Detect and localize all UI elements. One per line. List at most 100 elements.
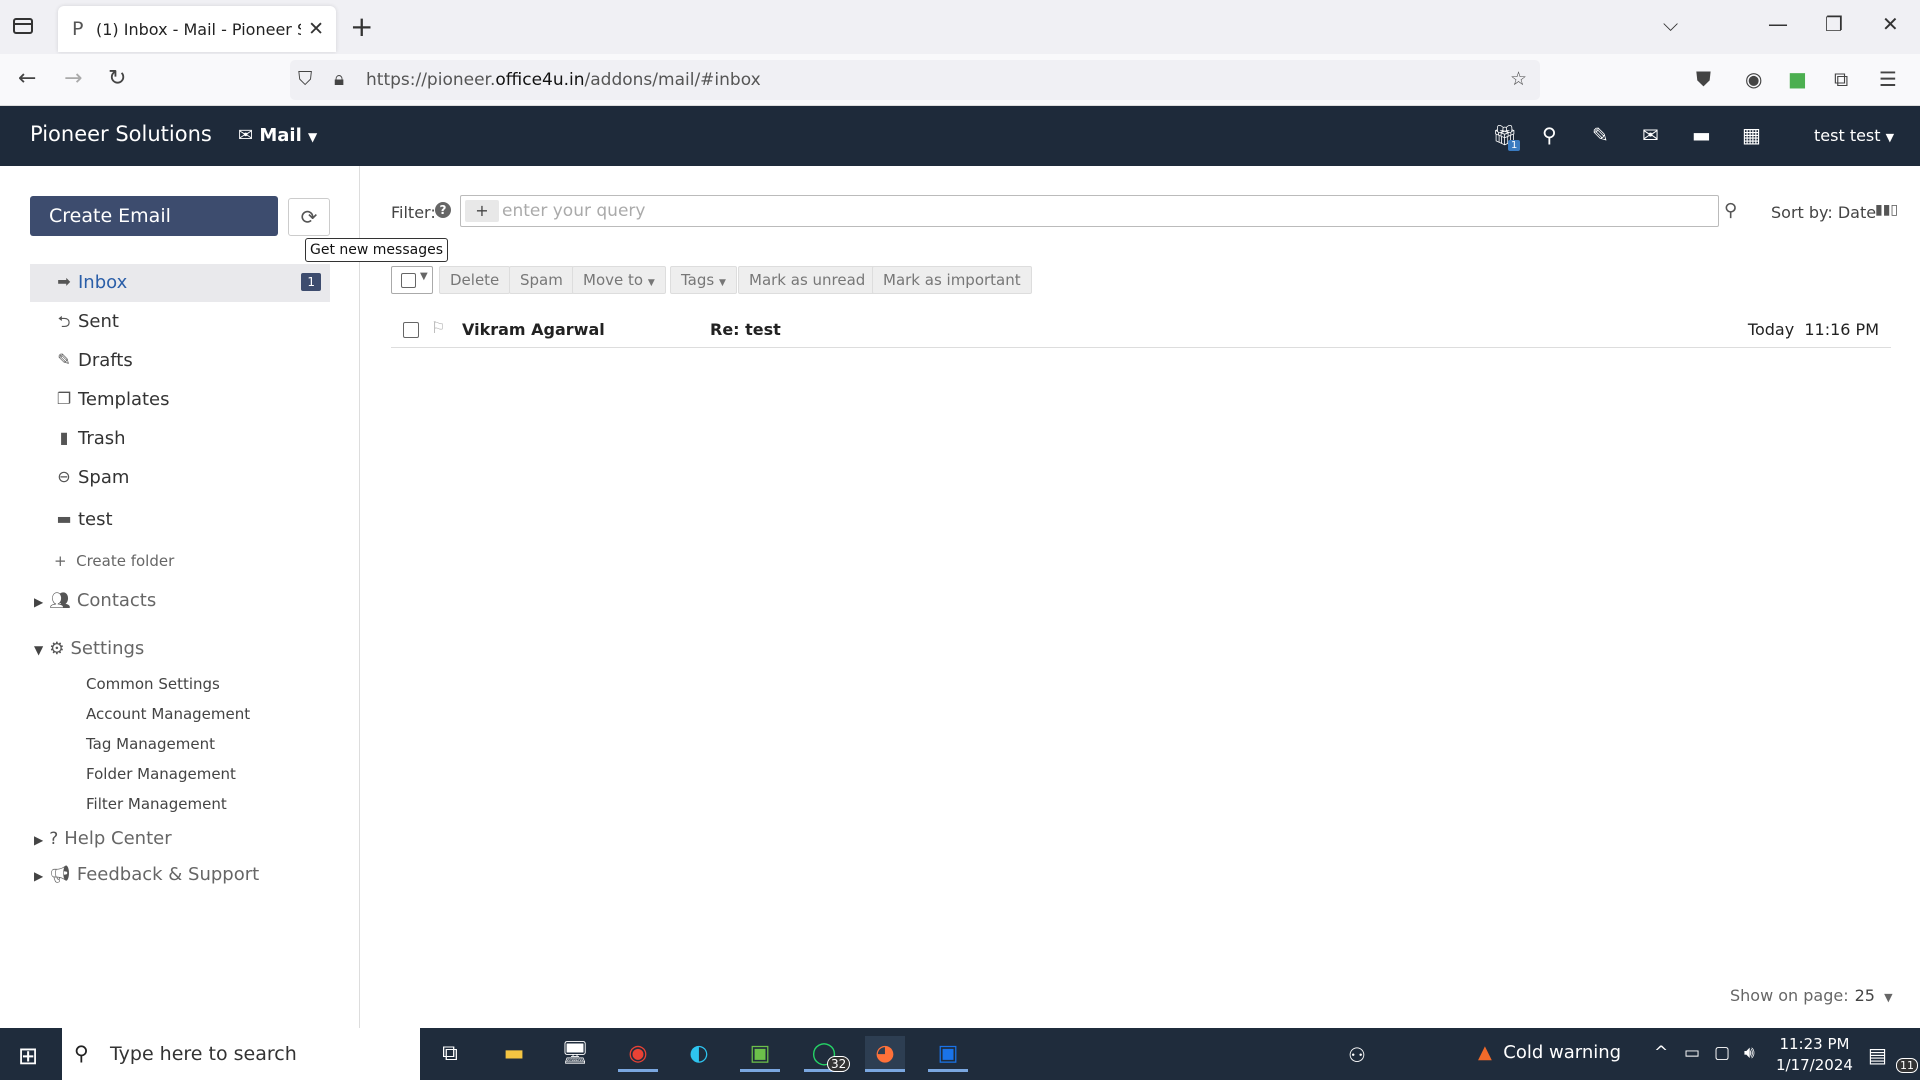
message-date: Today 11:16 PM (1747, 320, 1879, 339)
contacts-section[interactable]: ▶ 👥︎ Contacts (34, 590, 156, 611)
caret-down-icon: ▼ (647, 278, 655, 288)
filter-add-button[interactable]: + (465, 200, 499, 222)
create-email-button[interactable]: Create Email (30, 196, 278, 236)
move-to-button[interactable]: Move to ▼ (572, 266, 666, 294)
arrow-right-icon: ➡ (57, 272, 71, 291)
settings-filter-management[interactable]: Filter Management (86, 795, 227, 813)
close-window-icon[interactable]: ✕ (1882, 12, 1899, 36)
mark-important-button[interactable]: Mark as important (872, 266, 1032, 294)
folder-test[interactable]: ▬ test (30, 501, 330, 539)
whatsapp-badge: 32 (827, 1056, 851, 1072)
mark-unread-button[interactable]: Mark as unread (738, 266, 877, 294)
feather-icon[interactable]: ✎ (1592, 123, 1609, 147)
extension-cloud-icon[interactable]: ■ (1788, 67, 1807, 91)
select-all-dropdown[interactable]: ▼ (391, 266, 433, 294)
delete-button[interactable]: Delete (439, 266, 511, 294)
browser-nav-bar: ← → ↻ ⛉ 🔒︎ https://pioneer.office4u.in/a… (0, 54, 1920, 106)
network-icon[interactable]: ▢ (1714, 1043, 1730, 1063)
tags-button[interactable]: Tags ▼ (670, 266, 737, 294)
settings-section[interactable]: ▼ ⚙ Settings (34, 638, 144, 659)
mail-icon[interactable]: ✉ (1642, 123, 1659, 147)
search-highlight-icon[interactable]: 🧪︎ (330, 1036, 370, 1072)
folder-trash[interactable]: ▮ Trash (30, 420, 330, 458)
people-icon[interactable]: ⚇ (1348, 1043, 1366, 1067)
module-menu[interactable]: ✉ Mail ▼ (238, 125, 317, 146)
brand-name[interactable]: Pioneer Solutions (30, 122, 212, 146)
folder-inbox[interactable]: ➡ Inbox 1 (30, 264, 330, 302)
user-menu[interactable]: test test ▼ (1814, 126, 1894, 145)
folder-templates[interactable]: ❐ Templates (30, 381, 330, 419)
url-text[interactable]: https://pioneer.office4u.in/addons/mail/… (366, 70, 761, 90)
browser-tab[interactable]: P (1) Inbox - Mail - Pioneer Soluti ✕ (58, 6, 336, 52)
folder-sent[interactable]: ⮌ Sent (30, 303, 330, 341)
flag-icon[interactable]: ⚐ (431, 318, 445, 337)
sort-by[interactable]: Sort by: Date (1771, 203, 1876, 222)
feedback-section[interactable]: ▶ 📢︎ Feedback & Support (34, 864, 259, 885)
caret-right-icon: ▶ (34, 595, 44, 609)
new-tab-icon[interactable]: + (350, 10, 373, 43)
folder-drafts[interactable]: ✎ Drafts (30, 342, 330, 380)
gear-icon: ⚙ (49, 639, 65, 659)
outlook-icon[interactable]: ▣ (928, 1036, 968, 1072)
sort-bars-icon[interactable]: ▮▮▯ (1875, 202, 1898, 218)
pocket-icon[interactable]: ⛊ (1696, 67, 1711, 91)
folder-spam[interactable]: ⊖ Spam (30, 459, 330, 497)
task-view-icon[interactable]: ⧉ (430, 1036, 470, 1072)
chat-icon[interactable]: ▬ (1692, 123, 1711, 147)
filter-label: Filter: (391, 203, 436, 222)
tab-overflow-chevron-icon[interactable]: ⌵ (1663, 12, 1678, 36)
account-icon[interactable]: ◉ (1745, 67, 1762, 91)
settings-folder-management[interactable]: Folder Management (86, 765, 236, 783)
lock-icon[interactable]: 🔒︎ (334, 68, 344, 90)
books-icon[interactable]: 📚︎ (378, 1036, 418, 1072)
tab-list-icon[interactable] (12, 16, 36, 38)
message-checkbox[interactable] (403, 322, 419, 338)
calendar-icon[interactable]: ▦ (1742, 123, 1761, 147)
forward-icon[interactable]: → (64, 66, 82, 91)
search-icon[interactable]: ⚲ (1724, 200, 1737, 221)
volume-icon[interactable]: 🔊︎ (1744, 1043, 1755, 1063)
inbox-unread-badge: 1 (301, 273, 321, 291)
file-explorer-icon[interactable]: ▬ (494, 1036, 534, 1072)
remote-desktop-icon[interactable]: ▣ (740, 1036, 780, 1072)
create-folder-link[interactable]: + Create folder (54, 552, 174, 570)
url-bar[interactable]: ⛉ 🔒︎ https://pioneer.office4u.in/addons/… (290, 60, 1540, 100)
settings-tag-management[interactable]: Tag Management (86, 735, 215, 753)
spam-button[interactable]: Spam (509, 266, 574, 294)
show-on-page[interactable]: Show on page: 25 ▼ (1730, 986, 1893, 1005)
notifications-icon[interactable]: ▤ (1868, 1043, 1887, 1067)
back-icon[interactable]: ← (18, 66, 36, 91)
network-pc-icon[interactable]: 🖥︎ (555, 1036, 595, 1072)
help-center-section[interactable]: ▶? Help Center (34, 828, 172, 849)
close-tab-icon[interactable]: ✕ (308, 18, 324, 40)
weather-widget[interactable]: ▲ Cold warning (1478, 1042, 1621, 1063)
reload-icon[interactable]: ↻ (108, 66, 126, 91)
extensions-puzzle-icon[interactable]: ⧉ (1834, 67, 1848, 91)
menu-hamburger-icon[interactable]: ☰ (1879, 67, 1897, 91)
taskbar-search-placeholder: Type here to search (110, 1043, 297, 1065)
edge-icon[interactable]: ◐ (679, 1036, 719, 1072)
chrome-icon[interactable]: ◉ (618, 1036, 658, 1072)
firefox-icon[interactable]: ◕ (865, 1036, 905, 1072)
refresh-button[interactable]: ⟳ (288, 198, 330, 236)
gift-badge: 1 (1508, 140, 1521, 151)
select-all-checkbox[interactable] (401, 273, 416, 288)
battery-icon[interactable]: ▭ (1684, 1043, 1700, 1063)
windows-start-icon[interactable]: ⊞ (18, 1042, 38, 1070)
caret-down-icon: ▼ (1884, 991, 1893, 1004)
tab-title: (1) Inbox - Mail - Pioneer Soluti (96, 20, 301, 39)
tray-chevron-icon[interactable]: ^ (1654, 1043, 1668, 1063)
minimize-icon[interactable]: — (1768, 12, 1788, 36)
windows-taskbar: ⊞ ⚲ Type here to search 🧪︎ 📚︎ ⧉ ▬ 🖥︎ ◉ ◐… (0, 1028, 1920, 1080)
settings-account-management[interactable]: Account Management (86, 705, 250, 723)
tracking-shield-icon[interactable]: ⛉ (298, 68, 312, 90)
taskbar-clock[interactable]: 11:23 PM 1/17/2024 (1776, 1034, 1853, 1076)
restore-icon[interactable]: ❐ (1825, 12, 1843, 36)
settings-common[interactable]: Common Settings (86, 675, 220, 693)
bookmark-star-icon[interactable]: ☆ (1510, 68, 1527, 90)
app-header: Pioneer Solutions ✉ Mail ▼ 🎁︎ 1 ⚲ ✎ ✉ ▬ … (0, 106, 1920, 166)
message-row[interactable]: ⚐ Vikram Agarwal Re: test Today 11:16 PM (391, 310, 1891, 348)
help-icon[interactable]: ? (435, 202, 451, 218)
search-icon[interactable]: ⚲ (1542, 123, 1557, 147)
filter-input[interactable] (502, 198, 1702, 224)
